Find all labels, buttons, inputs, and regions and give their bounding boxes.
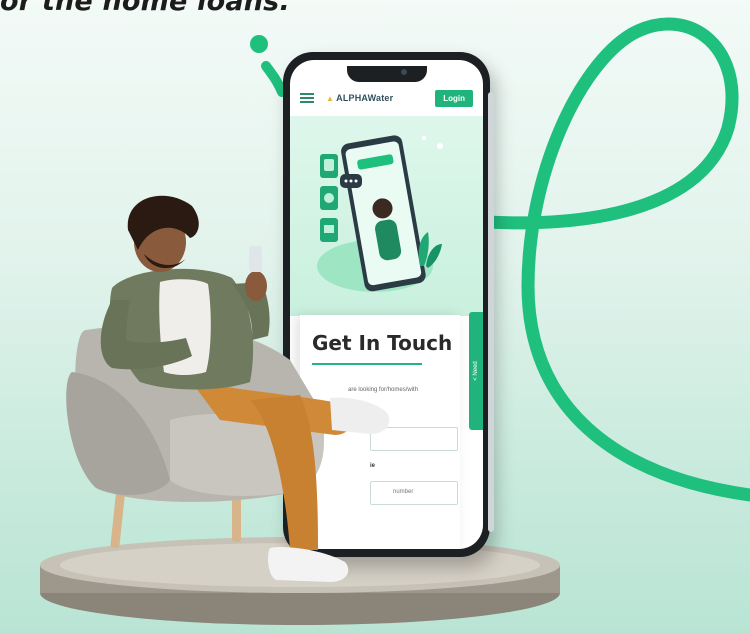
- man-in-armchair-photo: [66, 195, 390, 582]
- promo-scene: or the home loans. ▲ ALPHAWater Login Ge…: [0, 0, 750, 633]
- phone-in-hand: [249, 246, 262, 272]
